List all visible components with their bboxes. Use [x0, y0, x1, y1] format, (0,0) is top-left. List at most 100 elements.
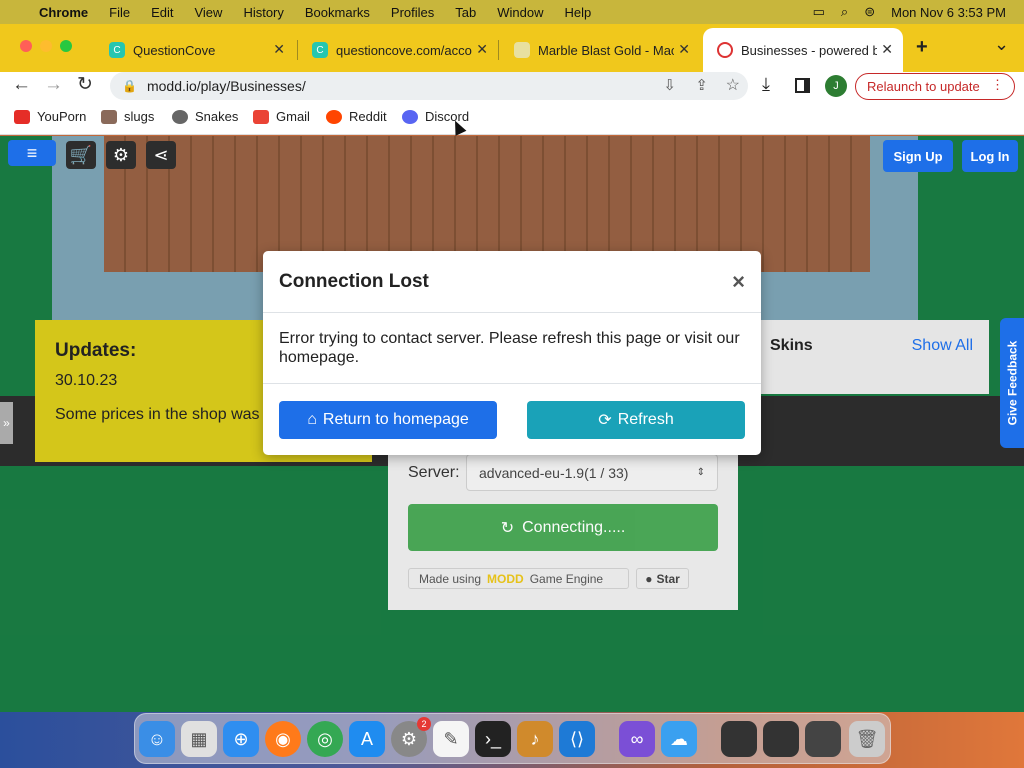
recent-window-thumbnail-icon[interactable] — [721, 721, 757, 757]
tab-questioncove-account[interactable]: C questioncove.com/acco ✕ — [298, 28, 498, 72]
tab-search-chevron-down-icon[interactable]: ⌄ — [994, 34, 1009, 55]
menu-edit[interactable]: Edit — [151, 5, 173, 20]
tab-close-icon[interactable]: ✕ — [476, 41, 488, 58]
tab-title: Businesses - powered b — [741, 42, 877, 58]
bookmark-label: YouPorn — [37, 109, 87, 124]
visual-studio-icon[interactable]: ∞ — [619, 721, 655, 757]
menubar-clock[interactable]: Mon Nov 6 3:53 PM — [891, 5, 1006, 20]
settings-gear-icon[interactable]: ⚙ — [106, 141, 136, 169]
bookmark-youporn[interactable]: YouPorn — [14, 109, 86, 124]
textedit-icon[interactable]: ✎ — [433, 721, 469, 757]
bookmark-slugs[interactable]: slugs — [101, 109, 154, 124]
downloads-icon[interactable]: ⤓ — [762, 74, 770, 95]
share-icon[interactable]: ⇪ — [695, 76, 708, 94]
tab-marble-blast[interactable]: Marble Blast Gold - Mac ✕ — [500, 28, 700, 72]
back-arrow-icon[interactable]: ← — [12, 74, 31, 96]
refresh-button[interactable]: ⟳ Refresh — [527, 401, 745, 439]
more-options-icon[interactable]: ⋮ — [991, 77, 1004, 93]
relaunch-to-update-button[interactable]: Relaunch to update ⋮ — [855, 73, 1015, 100]
address-bar[interactable]: 🔒 modd.io/play/Businesses/ ⇩ ⇪ ☆ — [110, 72, 748, 100]
menu-profiles[interactable]: Profiles — [391, 5, 434, 20]
server-select[interactable]: advanced-eu-1.9(1 / 33) ⇕ — [466, 454, 718, 491]
bookmark-label: Snakes — [195, 109, 239, 124]
bookmark-label: slugs — [124, 109, 155, 124]
spotlight-search-icon[interactable]: ⌕ — [841, 4, 848, 20]
menu-help[interactable]: Help — [565, 5, 592, 20]
bookmark-star-icon[interactable]: ☆ — [726, 75, 740, 95]
connecting-button[interactable]: ↻ Connecting..... — [408, 504, 718, 551]
app-store-icon[interactable]: A — [349, 721, 385, 757]
server-label: Server: — [408, 464, 460, 481]
tab-close-icon[interactable]: ✕ — [881, 41, 893, 58]
menu-tab[interactable]: Tab — [455, 5, 476, 20]
lock-icon[interactable]: 🔒 — [122, 79, 137, 93]
side-drawer-handle[interactable]: » — [0, 402, 13, 444]
return-homepage-label: Return to homepage — [322, 411, 469, 428]
home-icon: ⌂ — [307, 411, 317, 428]
sign-up-button[interactable]: Sign Up — [883, 140, 953, 172]
return-to-homepage-button[interactable]: ⌂ Return to homepage — [279, 401, 497, 439]
connecting-label: Connecting..... — [522, 518, 626, 536]
side-panel-icon[interactable] — [795, 78, 810, 93]
refresh-label: Refresh — [617, 411, 674, 428]
sync-spinner-icon: ↻ — [500, 519, 515, 537]
github-star-button[interactable]: ● Star — [636, 568, 689, 589]
launchpad-icon[interactable]: ▦ — [181, 721, 217, 757]
skins-title: Skins — [770, 337, 813, 354]
tab-title: questioncove.com/acco — [336, 42, 472, 58]
shop-cart-icon[interactable]: 🛒 — [66, 141, 96, 169]
menu-window[interactable]: Window — [497, 5, 543, 20]
terminal-icon[interactable]: ›_ — [475, 721, 511, 757]
browser-toolbar: ← → ↻ 🔒 modd.io/play/Businesses/ ⇩ ⇪ ☆ ⤓… — [0, 72, 1024, 100]
modd-logo: MODD — [487, 571, 524, 586]
hamburger-menu-icon[interactable]: ≡ — [8, 140, 56, 166]
garageband-icon[interactable]: ♪ — [517, 721, 553, 757]
tab-close-icon[interactable]: ✕ — [678, 41, 690, 58]
reload-icon[interactable]: ↻ — [77, 73, 93, 96]
bookmark-reddit[interactable]: Reddit — [326, 109, 387, 124]
finder-icon[interactable]: ☺ — [139, 721, 175, 757]
recent-window-thumbnail-icon[interactable] — [763, 721, 799, 757]
bookmark-label: Gmail — [276, 109, 310, 124]
chrome-icon[interactable]: ◎ — [307, 721, 343, 757]
gmail-icon — [253, 109, 269, 124]
firefox-icon[interactable]: ◉ — [265, 721, 301, 757]
safari-icon[interactable]: ⊕ — [223, 721, 259, 757]
menu-history[interactable]: History — [243, 5, 283, 20]
trash-icon[interactable]: 🗑 — [849, 721, 885, 757]
server-select-value: advanced-eu-1.9(1 / 33) — [479, 464, 629, 481]
bookmark-snakes[interactable]: Snakes — [172, 109, 238, 124]
recent-window-thumbnail-icon[interactable] — [805, 721, 841, 757]
install-app-icon[interactable]: ⇩ — [663, 76, 676, 94]
made-using-label: Made using — [419, 571, 482, 586]
app-menu[interactable]: Chrome — [39, 5, 88, 20]
fullscreen-window-icon[interactable] — [60, 40, 72, 52]
profile-avatar[interactable]: J — [825, 75, 847, 97]
share-nodes-icon[interactable]: ⋖ — [146, 141, 176, 169]
new-tab-button[interactable]: + — [916, 36, 928, 59]
close-window-icon[interactable] — [20, 40, 32, 52]
icloud-icon[interactable]: ☁ — [661, 721, 697, 757]
tab-questioncove[interactable]: C QuestionCove ✕ — [95, 28, 295, 72]
tab-businesses[interactable]: Businesses - powered b ✕ — [703, 28, 903, 72]
close-icon[interactable]: × — [732, 269, 745, 295]
vscode-icon[interactable]: ⟨⟩ — [559, 721, 595, 757]
forward-arrow-icon[interactable]: → — [44, 74, 63, 96]
made-using-badge[interactable]: Made using MODD Game Engine — [408, 568, 629, 589]
give-feedback-button[interactable]: Give Feedback — [1000, 318, 1024, 448]
skins-show-all-link[interactable]: Show All — [912, 337, 973, 355]
screen-mirroring-icon[interactable]: ▭ — [813, 4, 825, 20]
menu-file[interactable]: File — [109, 5, 130, 20]
address-url[interactable]: modd.io/play/Businesses/ — [147, 78, 306, 94]
minimize-window-icon[interactable] — [40, 40, 52, 52]
menu-view[interactable]: View — [194, 5, 222, 20]
control-center-icon[interactable]: ⊜ — [864, 4, 875, 20]
skins-panel: Skins Show All — [760, 320, 989, 394]
menu-bookmarks[interactable]: Bookmarks — [305, 5, 370, 20]
notification-badge: 2 — [417, 717, 431, 731]
bookmark-gmail[interactable]: Gmail — [253, 109, 310, 124]
server-panel: Server: advanced-eu-1.9(1 / 33) ⇕ ↻ Conn… — [388, 454, 738, 610]
bookmarks-bar: YouPorn slugs Snakes Gmail Reddit Discor… — [0, 100, 1024, 135]
tab-close-icon[interactable]: ✕ — [273, 41, 285, 58]
log-in-button[interactable]: Log In — [962, 140, 1018, 172]
